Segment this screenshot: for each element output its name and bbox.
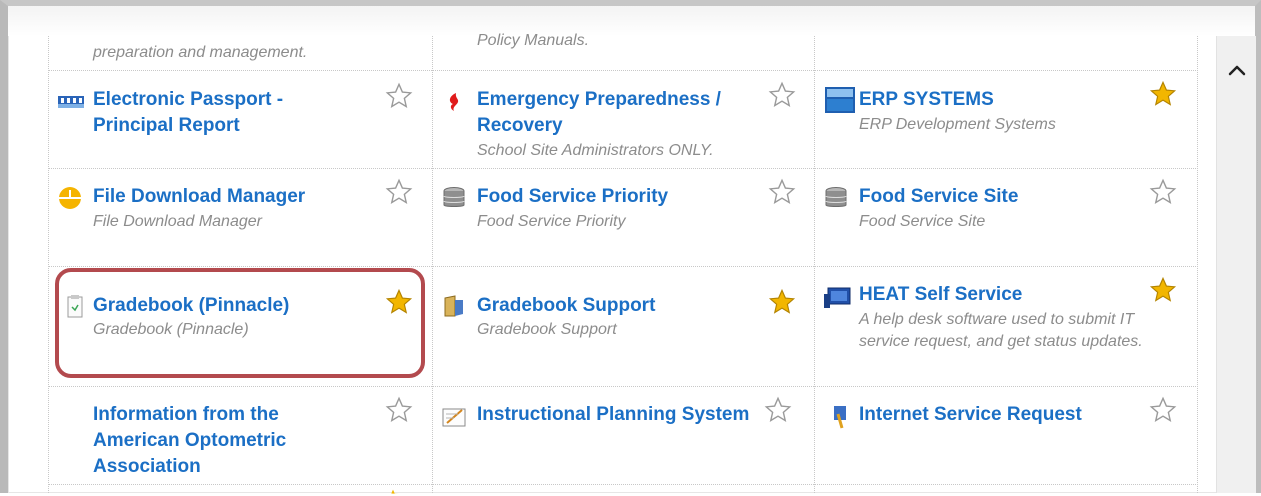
grid-divider <box>1197 36 1198 493</box>
planning-icon <box>442 408 466 427</box>
app-title[interactable]: File Download Manager <box>93 184 393 210</box>
favorite-star-empty-icon[interactable] <box>768 81 796 109</box>
app-description: Gradebook Support <box>477 321 617 338</box>
heat-icon <box>824 287 851 308</box>
emergency-icon <box>449 93 459 111</box>
scrollbar[interactable] <box>1216 36 1256 493</box>
app-tile-internet-service-request[interactable]: Internet Service Request <box>814 386 1197 484</box>
app-title[interactable]: ERP SYSTEMS <box>859 87 1139 113</box>
favorite-star-empty-icon[interactable] <box>764 396 792 424</box>
app-title[interactable]: Food Service Site <box>859 184 1159 210</box>
app-description: School Site Administrators ONLY. <box>477 142 714 159</box>
favorite-star-empty-icon[interactable] <box>385 178 413 206</box>
app-tile-gradebook-support[interactable]: Gradebook Support Gradebook Support <box>432 266 814 386</box>
favorite-star-empty-icon[interactable] <box>768 178 796 206</box>
app-tile-erp-systems[interactable]: ERP SYSTEMS ERP Development Systems <box>814 70 1197 168</box>
highlight-annotation <box>55 268 425 378</box>
app-title[interactable]: Internet Service Request <box>859 402 1159 428</box>
app-tile-optometric-association[interactable]: Information from the American Optometric… <box>48 386 432 484</box>
database-icon <box>443 187 465 207</box>
app-tile-food-service-priority[interactable]: Food Service Priority Food Service Prior… <box>432 168 814 266</box>
folder-icon <box>444 295 463 317</box>
app-tile-instructional-planning-system[interactable]: Instructional Planning System <box>432 386 814 484</box>
app-title[interactable]: Instructional Planning System <box>477 402 777 428</box>
app-tile[interactable]: Policy Manuals. <box>432 32 814 70</box>
app-tile-heat-self-service[interactable]: HEAT Self Service A help desk software u… <box>814 266 1197 386</box>
app-description: preparation and management. <box>93 44 308 61</box>
chevron-up-icon[interactable] <box>1227 62 1247 78</box>
passport-icon <box>58 96 84 108</box>
app-tile[interactable]: preparation and management. <box>48 36 432 70</box>
service-request-icon <box>834 406 846 429</box>
app-tile-emergency-preparedness[interactable]: Emergency Preparedness / Recovery School… <box>432 70 814 168</box>
app-description: A help desk software used to submit IT s… <box>859 311 1143 350</box>
app-tile-file-download-manager[interactable]: File Download Manager File Download Mana… <box>48 168 432 266</box>
favorite-star-filled-icon[interactable] <box>1149 80 1177 108</box>
favorite-star-empty-icon[interactable] <box>385 82 413 110</box>
app-title[interactable]: Emergency Preparedness / Recovery <box>477 87 757 139</box>
favorite-star-empty-icon[interactable] <box>385 396 413 424</box>
file-download-icon <box>59 187 81 209</box>
grid-divider <box>48 484 1198 485</box>
app-description: Food Service Site <box>859 213 986 230</box>
favorite-star-empty-icon[interactable] <box>1149 178 1177 206</box>
favorite-star-filled-icon[interactable] <box>386 488 400 496</box>
app-description: File Download Manager <box>93 213 262 230</box>
app-title[interactable]: HEAT Self Service <box>859 282 1159 308</box>
app-title[interactable]: Electronic Passport - Principal Report <box>93 87 363 139</box>
favorite-star-empty-icon[interactable] <box>1149 396 1177 424</box>
app-title[interactable]: Gradebook Support <box>477 293 777 319</box>
erp-icon <box>825 87 855 113</box>
app-description: Policy Manuals. <box>477 32 590 49</box>
app-description: Food Service Priority <box>477 213 626 230</box>
favorite-star-filled-icon[interactable] <box>768 288 796 316</box>
app-grid: preparation and management. Policy Manua… <box>48 32 1198 496</box>
app-title[interactable]: Information from the American Optometric… <box>93 402 363 480</box>
app-title[interactable]: Food Service Priority <box>477 184 777 210</box>
app-description: ERP Development Systems <box>859 116 1056 133</box>
app-tile-food-service-site[interactable]: Food Service Site Food Service Site <box>814 168 1197 266</box>
database-icon <box>825 187 847 207</box>
favorite-star-filled-icon[interactable] <box>1149 276 1177 304</box>
app-tile-electronic-passport[interactable]: Electronic Passport - Principal Report <box>48 70 432 168</box>
